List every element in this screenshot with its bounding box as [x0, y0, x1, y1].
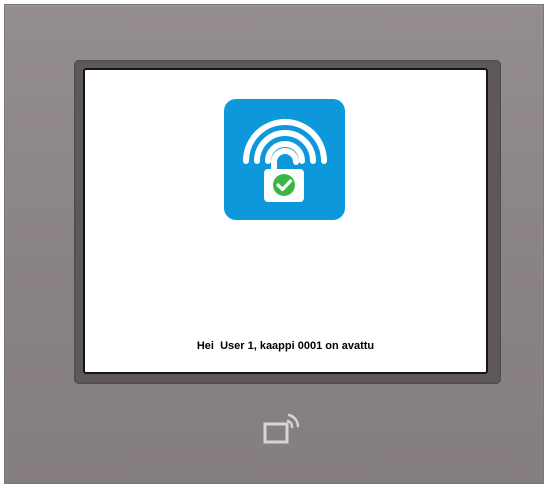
- screen-bezel: Hei User 1, kaappi 0001 on avattu: [74, 60, 501, 384]
- nfc-reader-icon[interactable]: [262, 411, 302, 451]
- locker-terminal-device: Hei User 1, kaappi 0001 on avattu: [4, 4, 544, 484]
- unlocked-padlock-wireless-check-icon: [224, 99, 345, 220]
- unlock-confirmation-message: Hei User 1, kaappi 0001 on avattu: [196, 340, 375, 352]
- display-screen: Hei User 1, kaappi 0001 on avattu: [83, 68, 488, 374]
